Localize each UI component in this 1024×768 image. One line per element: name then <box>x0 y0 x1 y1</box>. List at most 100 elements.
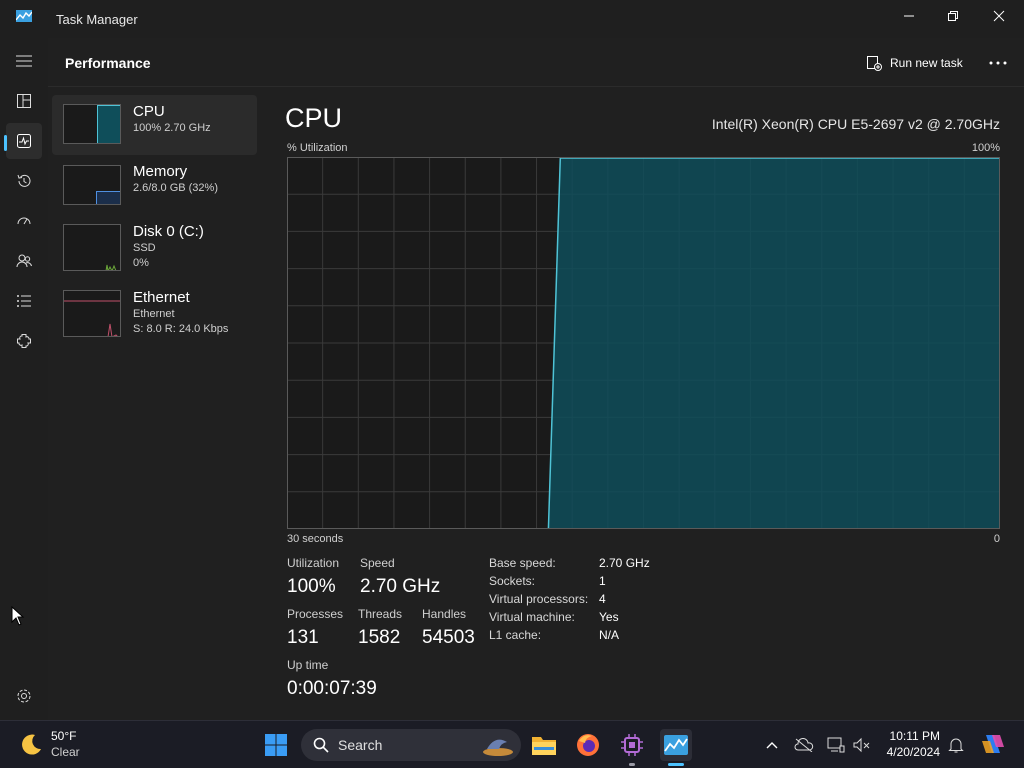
utilization-label: Utilization <box>287 556 340 570</box>
uptime-label: Up time <box>287 658 329 672</box>
services-icon <box>17 334 31 348</box>
info-value-virtual-processors: 4 <box>599 592 606 606</box>
firefox-icon <box>577 734 599 756</box>
minimize-button[interactable] <box>886 0 932 32</box>
resource-name: CPU <box>133 103 165 120</box>
mouse-pointer-icon <box>11 606 25 626</box>
performance-icon <box>17 134 31 148</box>
task-manager-app-icon <box>16 10 32 22</box>
resource-detail: Ethernet <box>133 308 175 320</box>
gear-icon <box>17 689 31 703</box>
resource-item-cpu[interactable]: CPU 100% 2.70 GHz <box>52 95 257 155</box>
show-hidden-icons-button[interactable] <box>762 735 782 755</box>
resource-detail: 2.6/8.0 GB (32%) <box>133 182 218 194</box>
nav-users[interactable] <box>6 243 42 279</box>
nav-app-history[interactable] <box>6 163 42 199</box>
bell-icon <box>948 738 964 753</box>
resource-detail-2: S: 8.0 R: 24.0 Kbps <box>133 323 229 335</box>
cpu-thumbnail-graph <box>63 104 121 144</box>
handles-label: Handles <box>422 607 467 621</box>
memory-thumbnail-graph <box>63 165 121 205</box>
search-label: Search <box>338 737 383 753</box>
copilot-icon <box>982 735 1004 753</box>
utilization-value: 100% <box>287 576 336 597</box>
graph-y-axis-label: % Utilization <box>287 142 348 154</box>
processes-label: Processes <box>287 607 344 621</box>
threads-value: 1582 <box>358 627 401 648</box>
info-value-sockets: 1 <box>599 574 606 588</box>
run-new-task-label: Run new task <box>890 56 963 70</box>
cpu-model-name: Intel(R) Xeon(R) CPU E5-2697 v2 @ 2.70GH… <box>711 116 1000 132</box>
info-key-l1-cache: L1 cache: <box>489 628 542 642</box>
taskbar-cpu-app[interactable] <box>616 729 648 766</box>
handles-value: 54503 <box>422 627 475 648</box>
window-title: Task Manager <box>56 12 138 27</box>
resource-detail: SSD <box>133 242 156 254</box>
users-icon <box>16 254 32 268</box>
copilot-button[interactable] <box>980 731 1006 757</box>
nav-settings[interactable] <box>6 678 42 714</box>
hamburger-menu-button[interactable] <box>6 43 42 79</box>
nav-details[interactable] <box>6 283 42 319</box>
nav-services[interactable] <box>6 323 42 359</box>
info-key-base-speed: Base speed: <box>489 556 556 570</box>
run-new-task-icon <box>867 56 882 71</box>
nav-startup-apps[interactable] <box>6 203 42 239</box>
task-manager-icon <box>664 735 688 755</box>
resource-name: Ethernet <box>133 289 190 306</box>
more-options-button[interactable] <box>984 50 1012 76</box>
nav-performance[interactable] <box>6 123 42 159</box>
weather-temperature: 50°F <box>51 729 77 743</box>
notifications-button[interactable] <box>946 735 966 755</box>
processes-icon <box>17 94 31 108</box>
nav-processes[interactable] <box>6 83 42 119</box>
file-explorer-icon <box>532 737 556 755</box>
disk-thumbnail-graph <box>63 224 121 271</box>
close-icon <box>993 10 1005 22</box>
resource-detail: 100% 2.70 GHz <box>133 122 211 134</box>
ethernet-thumbnail-graph <box>63 290 121 337</box>
start-button[interactable] <box>260 729 292 761</box>
resource-detail-2: 0% <box>133 257 149 269</box>
taskbar-file-explorer[interactable] <box>528 729 560 761</box>
app-history-icon <box>17 174 31 187</box>
active-indicator <box>668 763 684 766</box>
graph-time-span-label: 30 seconds <box>287 533 344 545</box>
hamburger-icon <box>16 55 32 67</box>
resource-name: Disk 0 (C:) <box>133 223 204 240</box>
speed-value: 2.70 GHz <box>360 576 441 597</box>
speed-label: Speed <box>360 556 395 570</box>
info-key-virtual-processors: Virtual processors: <box>489 592 589 606</box>
chip-icon <box>621 734 643 756</box>
cloud-offline-icon <box>794 738 814 752</box>
threads-label: Threads <box>358 607 403 621</box>
nav-selected-indicator <box>4 135 7 151</box>
run-new-task-button[interactable]: Run new task <box>860 50 969 76</box>
taskbar-task-manager[interactable] <box>660 729 692 766</box>
network-tray-icon[interactable] <box>826 735 846 755</box>
uptime-value: 0:00:07:39 <box>287 678 377 699</box>
clock-time: 10:11 PM <box>889 729 940 743</box>
restore-button[interactable] <box>930 0 976 32</box>
info-key-virtual-machine: Virtual machine: <box>489 610 575 624</box>
taskbar-search[interactable]: Search <box>301 729 521 761</box>
info-value-virtual-machine: Yes <box>599 610 619 624</box>
volume-tray-icon[interactable] <box>852 735 872 755</box>
resource-item-disk[interactable]: Disk 0 (C:) SSD 0% <box>52 215 257 275</box>
weather-condition: Clear <box>51 745 80 759</box>
page-header: Performance Run new task <box>48 38 1024 87</box>
search-highlight-icon <box>483 739 513 756</box>
moon-icon <box>22 734 41 755</box>
details-icon <box>17 295 31 307</box>
onedrive-tray-icon[interactable] <box>794 735 814 755</box>
resource-item-memory[interactable]: Memory 2.6/8.0 GB (32%) <box>52 155 257 215</box>
close-button[interactable] <box>976 0 1022 32</box>
resource-item-ethernet[interactable]: Ethernet Ethernet S: 8.0 R: 24.0 Kbps <box>52 281 257 341</box>
running-indicator <box>629 763 635 766</box>
graph-max-label: 100% <box>971 142 1000 154</box>
detail-title: CPU <box>285 103 343 133</box>
network-icon <box>827 737 845 753</box>
info-value-l1-cache: N/A <box>599 628 620 642</box>
resource-name: Memory <box>133 163 188 180</box>
taskbar-firefox[interactable] <box>572 729 604 761</box>
